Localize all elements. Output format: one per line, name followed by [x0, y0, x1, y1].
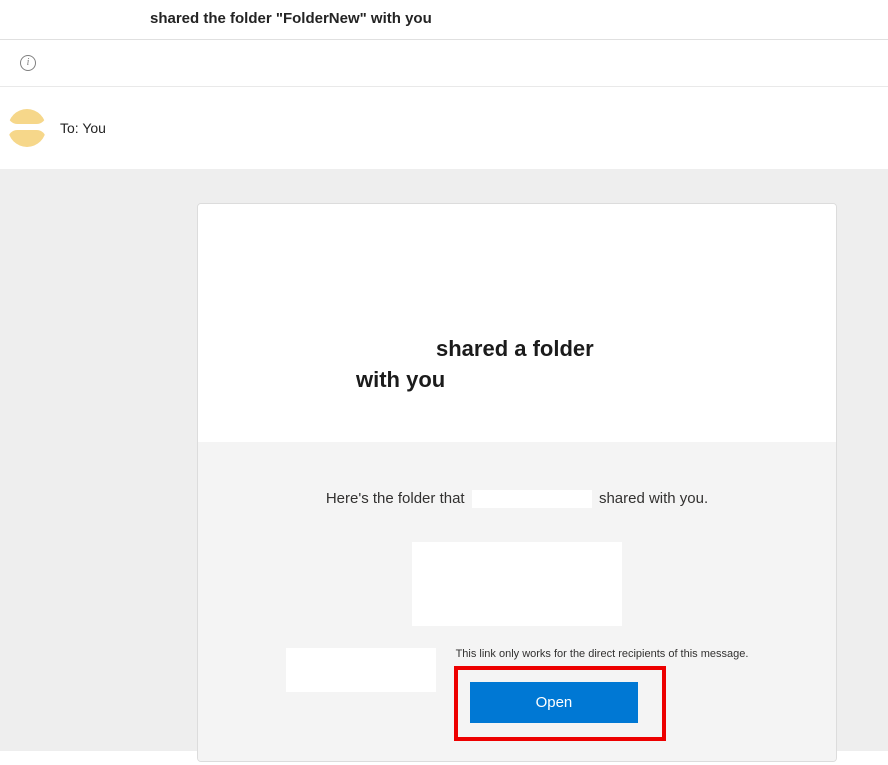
card-title: shared a folder with you — [436, 334, 808, 396]
share-notification-card: shared a folder with you Here's the fold… — [197, 203, 837, 762]
card-body: Here's the folder that shared with you. … — [198, 442, 836, 761]
card-header: shared a folder with you — [198, 204, 836, 442]
link-disclaimer: This link only works for the direct reci… — [454, 648, 749, 660]
info-icon: i — [20, 55, 36, 71]
to-line: To: You — [60, 120, 106, 136]
sender-row: To: You — [0, 87, 888, 169]
redacted-block — [286, 648, 436, 692]
redacted-name — [472, 490, 592, 508]
email-subject: shared the folder "FolderNew" with you — [0, 0, 888, 39]
bottom-row: This link only works for the direct reci… — [226, 648, 808, 741]
to-label: To: — [60, 120, 79, 136]
intro-text: Here's the folder that shared with you. — [326, 490, 708, 508]
open-button[interactable]: Open — [470, 682, 639, 723]
to-value: You — [82, 120, 106, 136]
folder-preview-placeholder — [412, 542, 622, 626]
card-title-line1: shared a folder — [436, 336, 594, 361]
intro-suffix: shared with you. — [599, 490, 708, 507]
highlight-annotation: Open — [454, 666, 667, 741]
email-body-area: shared a folder with you Here's the fold… — [0, 169, 888, 751]
info-bar: i — [0, 40, 888, 87]
avatar — [8, 109, 46, 147]
card-title-line2: with you — [436, 365, 808, 396]
action-stack: This link only works for the direct reci… — [454, 648, 749, 741]
intro-prefix: Here's the folder that — [326, 490, 465, 507]
